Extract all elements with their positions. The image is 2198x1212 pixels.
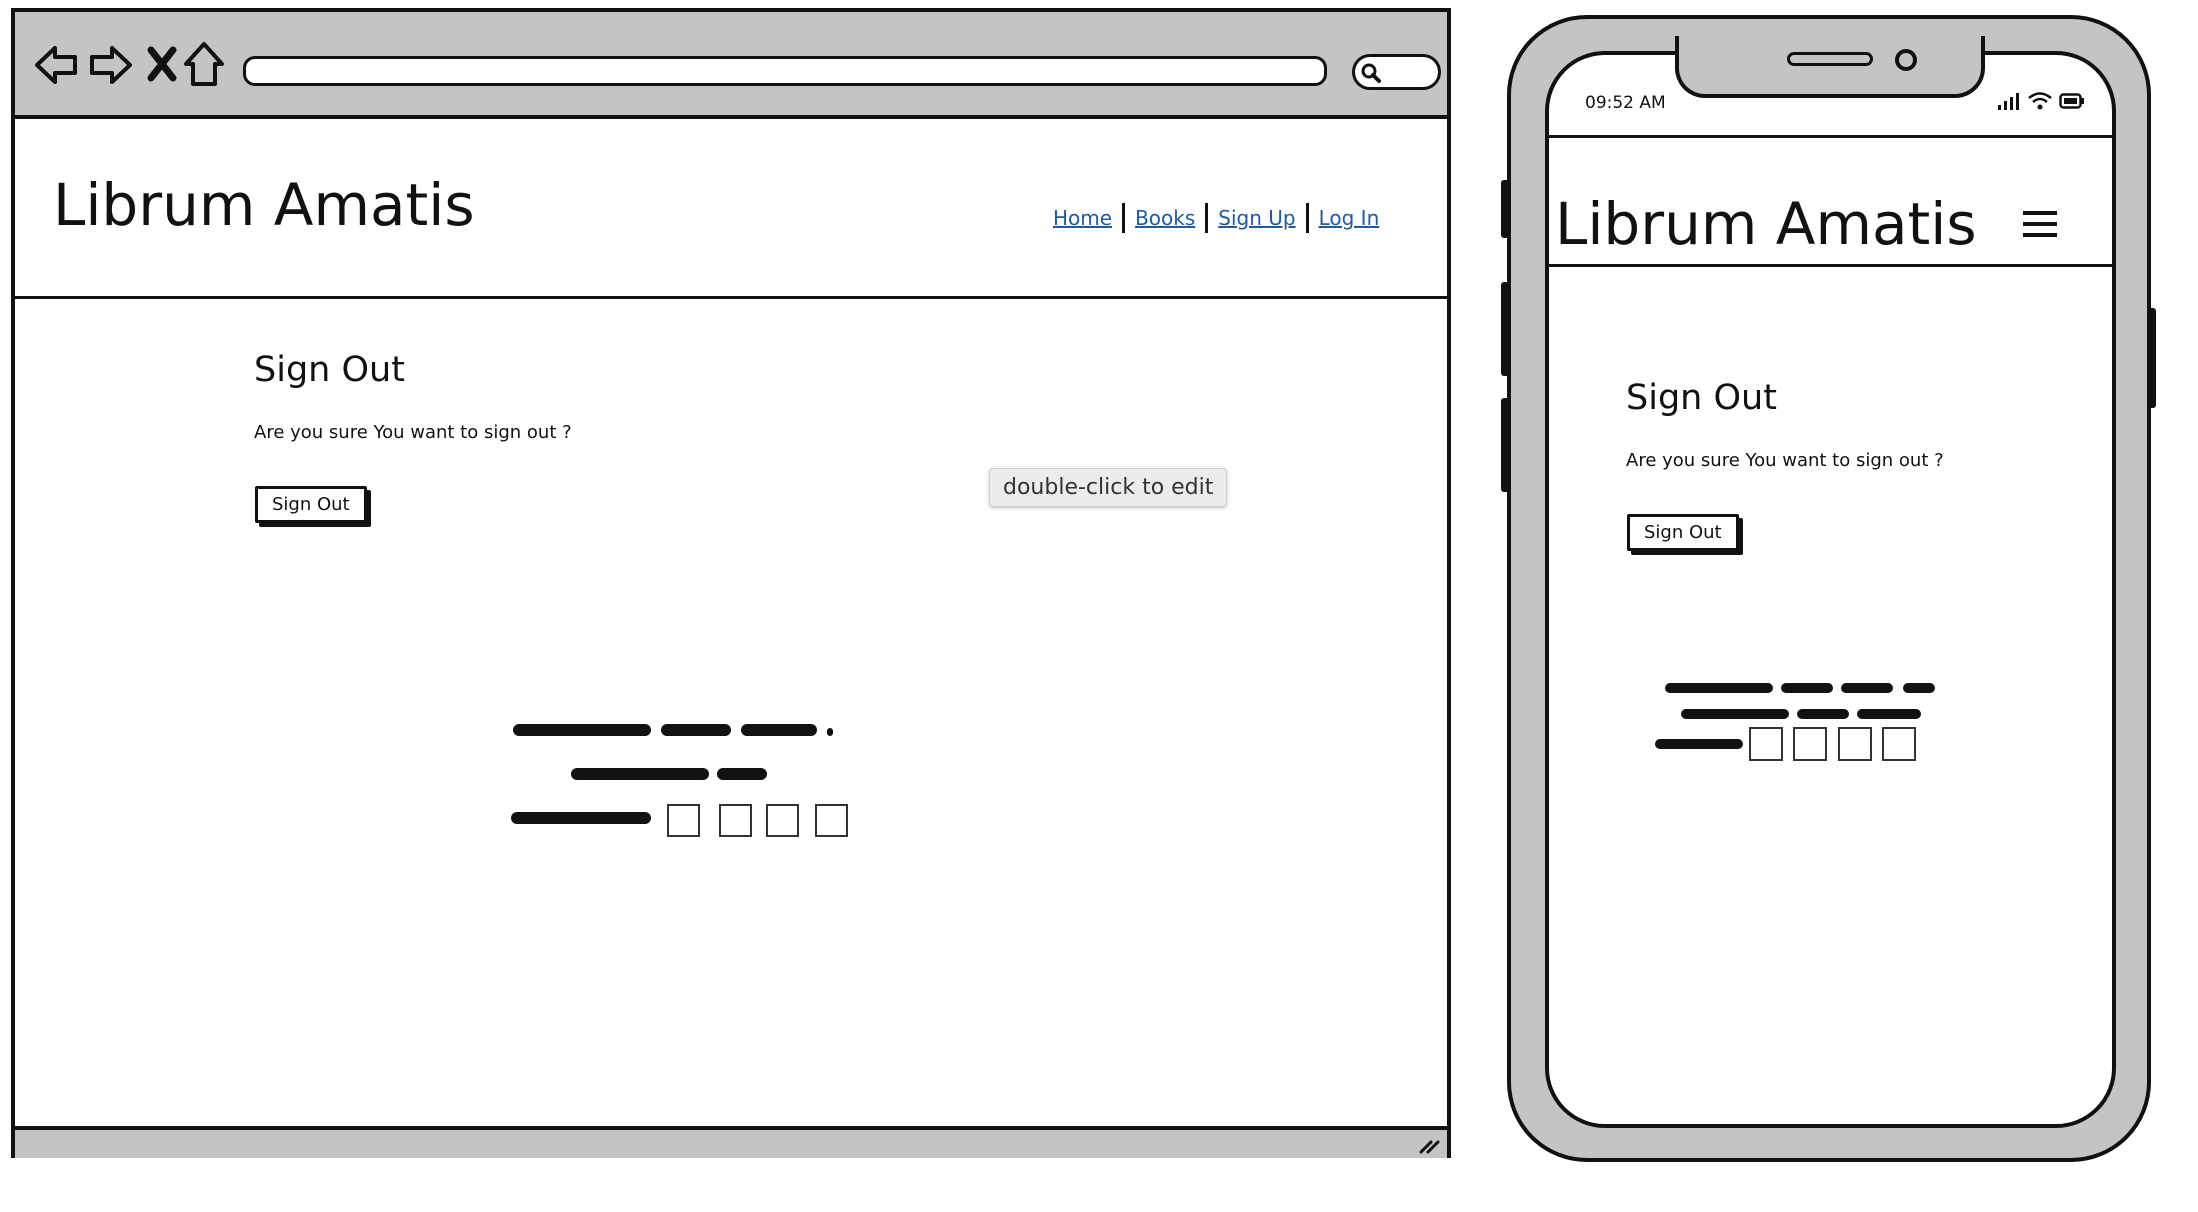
confirm-message: Are you sure You want to sign out ?	[254, 422, 572, 443]
main-nav: Home Books Sign Up Log In	[1043, 203, 1389, 233]
footer-placeholder	[1649, 675, 1949, 785]
social-icon-placeholder[interactable]	[1793, 727, 1827, 761]
phone-notch	[1675, 36, 1985, 98]
search-icon	[1361, 63, 1381, 83]
forward-arrow-icon[interactable]	[88, 42, 134, 88]
scribble-text	[1655, 739, 1743, 749]
scribble-text	[1781, 683, 1833, 693]
nav-books-link[interactable]: Books	[1125, 206, 1205, 230]
social-icon-placeholder[interactable]	[1749, 727, 1783, 761]
browser-status-bar	[15, 1126, 1447, 1158]
site-logo[interactable]: Librum Amatis	[1555, 190, 1977, 258]
scribble-text	[513, 724, 651, 736]
scribble-text	[1857, 709, 1921, 719]
nav-login-link[interactable]: Log In	[1309, 206, 1390, 230]
social-icon-placeholder[interactable]	[815, 804, 848, 837]
browser-toolbar	[15, 12, 1447, 119]
site-logo[interactable]: Librum Amatis	[53, 171, 475, 239]
resize-grip-icon[interactable]	[1417, 1134, 1441, 1156]
scribble-text	[1681, 709, 1789, 719]
battery-icon	[2059, 93, 2084, 109]
scribble-text	[1665, 683, 1773, 693]
scribble-text	[511, 812, 651, 824]
social-icon-placeholder[interactable]	[766, 804, 799, 837]
search-field[interactable]	[1352, 54, 1441, 90]
confirm-message: Are you sure You want to sign out ?	[1626, 450, 1944, 471]
nav-home-link[interactable]: Home	[1043, 206, 1122, 230]
page-title: Sign Out	[254, 350, 405, 390]
site-header: Librum Amatis Home Books Sign Up Log In	[15, 119, 1447, 299]
scribble-text	[571, 768, 709, 780]
wifi-icon	[2028, 92, 2052, 110]
scribble-text	[1903, 683, 1935, 693]
mobile-site-header: Librum Amatis	[1549, 135, 2112, 267]
phone-frame: 09:52 AM Librum Amatis Sign Out Are you …	[1507, 15, 2151, 1162]
close-icon[interactable]	[147, 46, 177, 82]
footer-placeholder	[505, 712, 905, 852]
edit-tooltip: double-click to edit	[989, 468, 1228, 507]
status-time: 09:52 AM	[1585, 93, 1666, 113]
address-bar[interactable]	[243, 56, 1327, 86]
phone-screen: 09:52 AM Librum Amatis Sign Out Are you …	[1545, 51, 2116, 1128]
social-icon-placeholder[interactable]	[667, 804, 700, 837]
nav-signup-link[interactable]: Sign Up	[1208, 206, 1305, 230]
sign-out-button[interactable]: Sign Out	[255, 486, 367, 523]
social-icon-placeholder[interactable]	[1838, 727, 1872, 761]
back-arrow-icon[interactable]	[33, 42, 79, 88]
home-icon[interactable]	[183, 40, 225, 88]
signal-icon	[1998, 93, 2019, 110]
hamburger-menu-icon[interactable]	[2023, 204, 2057, 244]
page-title: Sign Out	[1626, 378, 1777, 418]
sign-out-button[interactable]: Sign Out	[1627, 514, 1739, 551]
browser-window: Librum Amatis Home Books Sign Up Log In …	[11, 8, 1451, 1158]
scribble-text	[1841, 683, 1893, 693]
speaker-grille	[1787, 52, 1873, 66]
scribble-text	[827, 728, 833, 736]
front-camera	[1895, 49, 1917, 71]
social-icon-placeholder[interactable]	[1882, 727, 1916, 761]
social-icon-placeholder[interactable]	[719, 804, 752, 837]
scribble-text	[1797, 709, 1849, 719]
scribble-text	[661, 724, 731, 736]
scribble-text	[741, 724, 817, 736]
scribble-text	[717, 768, 767, 780]
